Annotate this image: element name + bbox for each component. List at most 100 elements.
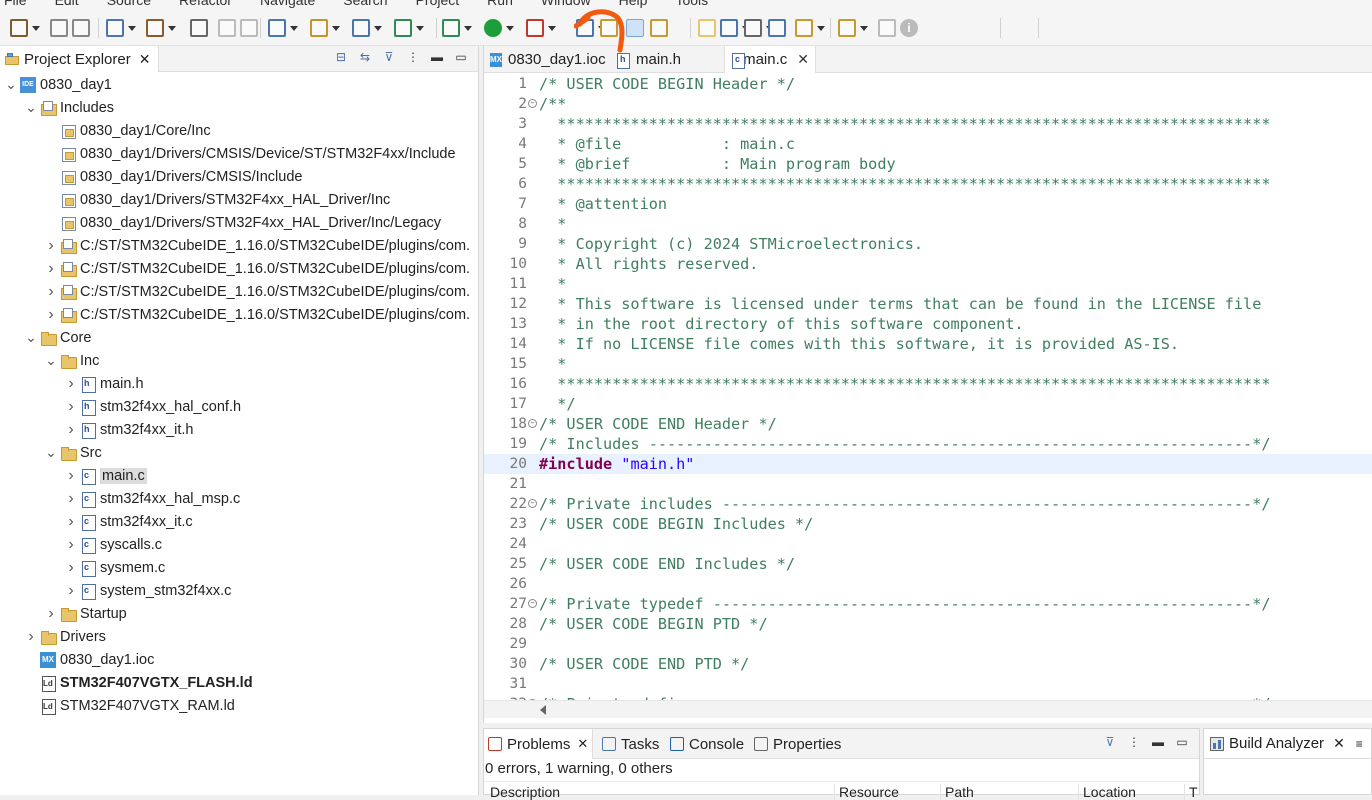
code-line[interactable]: 27−/* Private typedef ------------------…: [484, 594, 1372, 614]
view-menu-icon[interactable]: ⋮: [1127, 735, 1141, 749]
code-line[interactable]: 23 /* USER CODE BEGIN Includes */: [484, 514, 1372, 534]
chevron-right-icon[interactable]: ›: [64, 467, 78, 485]
code-line[interactable]: 6 **************************************…: [484, 174, 1372, 194]
back-icon[interactable]: [795, 19, 813, 37]
tree-item[interactable]: ⌄ IDE 0830_day1: [0, 73, 112, 96]
tree-item[interactable]: Ld STM32F407VGTX_RAM.ld: [0, 694, 235, 717]
menu-run[interactable]: Run: [487, 0, 513, 8]
bottom-tab-properties[interactable]: Properties: [750, 729, 845, 759]
chevron-down-icon[interactable]: [464, 26, 472, 31]
device-config-icon[interactable]: [576, 19, 594, 37]
tree-item[interactable]: › C:/ST/STM32CubeIDE_1.16.0/STM32CubeIDE/…: [0, 280, 470, 303]
fold-toggle-icon[interactable]: −: [528, 499, 537, 508]
prev-annotation-icon[interactable]: [744, 19, 762, 37]
menu-search[interactable]: Search: [343, 0, 387, 8]
chevron-right-icon[interactable]: ›: [64, 559, 78, 577]
build-hammer-icon[interactable]: [146, 19, 164, 37]
redo-icon[interactable]: [240, 19, 258, 37]
menu-help[interactable]: Help: [619, 0, 648, 8]
tree-item[interactable]: › C:/ST/STM32CubeIDE_1.16.0/STM32CubeIDE/…: [0, 234, 470, 257]
close-icon[interactable]: ✕: [577, 736, 588, 752]
menu-edit[interactable]: Edit: [55, 0, 79, 8]
code-line[interactable]: 7 * @attention: [484, 194, 1372, 214]
show-whitespace-icon[interactable]: [698, 19, 716, 37]
fold-toggle-icon[interactable]: −: [528, 419, 537, 428]
close-icon[interactable]: ✕: [1333, 735, 1345, 752]
info-icon[interactable]: i: [900, 19, 918, 37]
chevron-right-icon[interactable]: ›: [64, 421, 78, 439]
chevron-down-icon[interactable]: [548, 26, 556, 31]
open-perspective-icon[interactable]: [878, 19, 896, 37]
code-line[interactable]: 12 * This software is licensed under ter…: [484, 294, 1372, 314]
code-line[interactable]: 2−/**: [484, 94, 1372, 114]
menu-source[interactable]: Source: [107, 0, 151, 8]
chevron-down-icon[interactable]: ⌄: [24, 329, 38, 346]
new-icon[interactable]: [10, 19, 28, 37]
code-line[interactable]: 26: [484, 574, 1372, 594]
tree-item[interactable]: ⌄ Includes: [0, 96, 114, 119]
column-header[interactable]: Description: [486, 784, 560, 800]
maximize-icon[interactable]: ▭: [454, 50, 468, 64]
fold-toggle-icon[interactable]: −: [528, 599, 537, 608]
tree-item[interactable]: Ld STM32F407VGTX_FLASH.ld: [0, 671, 253, 694]
undo-icon[interactable]: [218, 19, 236, 37]
chevron-down-icon[interactable]: [416, 26, 424, 31]
code-line[interactable]: 3 **************************************…: [484, 114, 1372, 134]
build-config-icon[interactable]: [106, 19, 124, 37]
chevron-down-icon[interactable]: [168, 26, 176, 31]
horizontal-scrollbar[interactable]: [484, 700, 1372, 718]
code-line[interactable]: 10 * All rights reserved.: [484, 254, 1372, 274]
new-folder-icon[interactable]: [310, 19, 328, 37]
tree-item[interactable]: › c stm32f4xx_it.c: [0, 510, 193, 533]
tree-item[interactable]: › h stm32f4xx_hal_conf.h: [0, 395, 241, 418]
filter-icon[interactable]: ⊽: [1103, 735, 1117, 749]
collapse-all-icon[interactable]: ⊟: [334, 50, 348, 64]
bottom-tab-problems[interactable]: Problems ✕: [484, 729, 594, 759]
chevron-right-icon[interactable]: ›: [44, 237, 58, 255]
run-icon[interactable]: [484, 19, 502, 37]
chevron-right-icon[interactable]: ›: [64, 513, 78, 531]
code-line[interactable]: 14 * If no LICENSE file comes with this …: [484, 334, 1372, 354]
code-line[interactable]: 20 #include "main.h": [484, 454, 1372, 474]
code-line[interactable]: 1 /* USER CODE BEGIN Header */: [484, 74, 1372, 94]
tree-item[interactable]: › h main.h: [0, 372, 144, 395]
editor-tab[interactable]: h main.h: [610, 46, 718, 73]
chevron-down-icon[interactable]: ⌄: [24, 99, 38, 116]
bottom-tab-tasks[interactable]: Tasks: [598, 729, 663, 759]
binary-icon[interactable]: [190, 19, 208, 37]
next-annotation-icon[interactable]: [720, 19, 738, 37]
chevron-right-icon[interactable]: ›: [44, 306, 58, 324]
code-line[interactable]: 28 /* USER CODE BEGIN PTD */: [484, 614, 1372, 634]
tree-item[interactable]: › C:/ST/STM32CubeIDE_1.16.0/STM32CubeIDE/…: [0, 257, 470, 280]
tree-item[interactable]: 0830_day1/Core/Inc: [0, 119, 211, 142]
menu-tools[interactable]: Tools: [675, 0, 708, 8]
code-line[interactable]: 13 * in the root directory of this softw…: [484, 314, 1372, 334]
close-icon[interactable]: ✕: [139, 51, 151, 68]
tree-item[interactable]: › Startup: [0, 602, 127, 625]
code-line[interactable]: 19 /* Includes --------------------------…: [484, 434, 1372, 454]
chevron-right-icon[interactable]: ›: [44, 260, 58, 278]
code-line[interactable]: 21: [484, 474, 1372, 494]
column-header[interactable]: Location: [1078, 784, 1136, 800]
save-icon[interactable]: [50, 19, 68, 37]
code-line[interactable]: 24: [484, 534, 1372, 554]
chevron-down-icon[interactable]: ⌄: [44, 352, 58, 369]
scroll-left-icon[interactable]: [540, 705, 546, 715]
code-line[interactable]: 11 *: [484, 274, 1372, 294]
static-stack-analyzer-icon[interactable]: ≡: [1356, 737, 1363, 751]
code-line[interactable]: 17 */: [484, 394, 1372, 414]
tree-item[interactable]: ⌄ Src: [0, 441, 102, 464]
chevron-down-icon[interactable]: ⌄: [44, 444, 58, 461]
chevron-down-icon[interactable]: [32, 26, 40, 31]
toggle-annotation-icon[interactable]: [600, 19, 618, 37]
chevron-right-icon[interactable]: ›: [44, 605, 58, 623]
tree-item[interactable]: › c main.c: [0, 464, 147, 487]
tree-item[interactable]: 0830_day1/Drivers/CMSIS/Device/ST/STM32F…: [0, 142, 456, 165]
tree-item[interactable]: › Drivers: [0, 625, 106, 648]
minimize-icon[interactable]: ▬: [430, 50, 444, 64]
chevron-right-icon[interactable]: ›: [24, 628, 38, 646]
tree-item[interactable]: MX 0830_day1.ioc: [0, 648, 154, 671]
chevron-down-icon[interactable]: ⌄: [4, 76, 18, 93]
chevron-right-icon[interactable]: ›: [64, 582, 78, 600]
new-source-icon[interactable]: [352, 19, 370, 37]
